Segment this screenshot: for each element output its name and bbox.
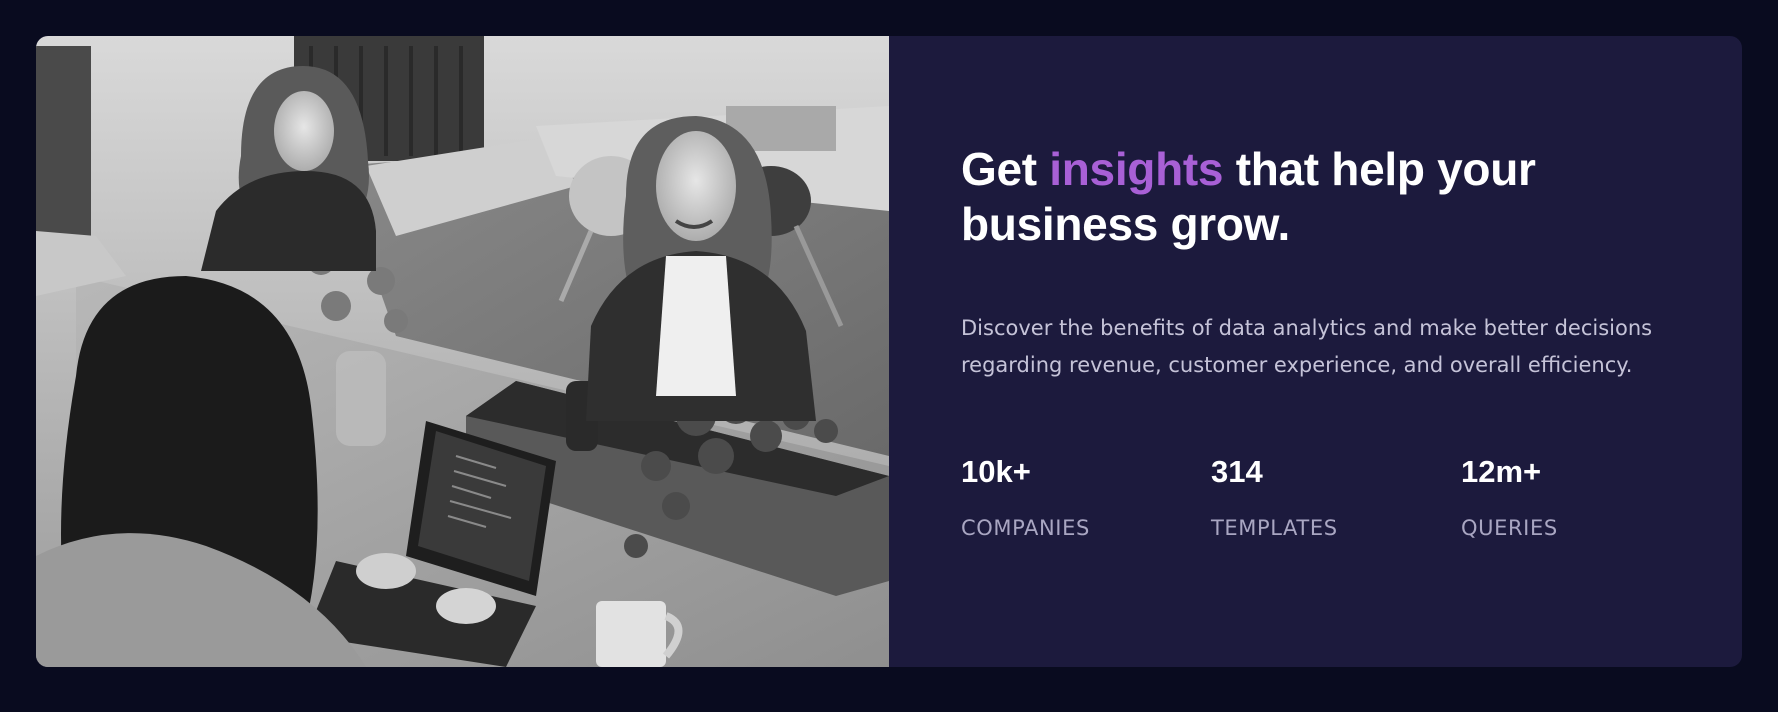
headline-prefix: Get bbox=[961, 143, 1050, 195]
stats-row: 10k+ COMPANIES 314 TEMPLATES 12m+ QUERIE… bbox=[961, 454, 1721, 574]
stat-value: 10k+ bbox=[961, 454, 1031, 489]
insights-card: Get insights that help your business gro… bbox=[36, 36, 1742, 667]
stat-label: QUERIES bbox=[1461, 516, 1558, 540]
headline-highlight: insights bbox=[1049, 143, 1224, 195]
stat-queries: 12m+ QUERIES bbox=[1461, 454, 1701, 542]
stat-label: COMPANIES bbox=[961, 516, 1090, 540]
content-panel: Get insights that help your business gro… bbox=[889, 36, 1742, 667]
stat-label: TEMPLATES bbox=[1211, 516, 1338, 540]
stat-templates: 314 TEMPLATES bbox=[1211, 454, 1451, 542]
headline: Get insights that help your business gro… bbox=[961, 142, 1661, 252]
stat-value: 12m+ bbox=[1461, 454, 1542, 489]
description-text: Discover the benefits of data analytics … bbox=[961, 316, 1653, 377]
stat-value: 314 bbox=[1211, 454, 1263, 489]
team-photo bbox=[36, 36, 889, 667]
stat-companies: 10k+ COMPANIES bbox=[961, 454, 1201, 542]
